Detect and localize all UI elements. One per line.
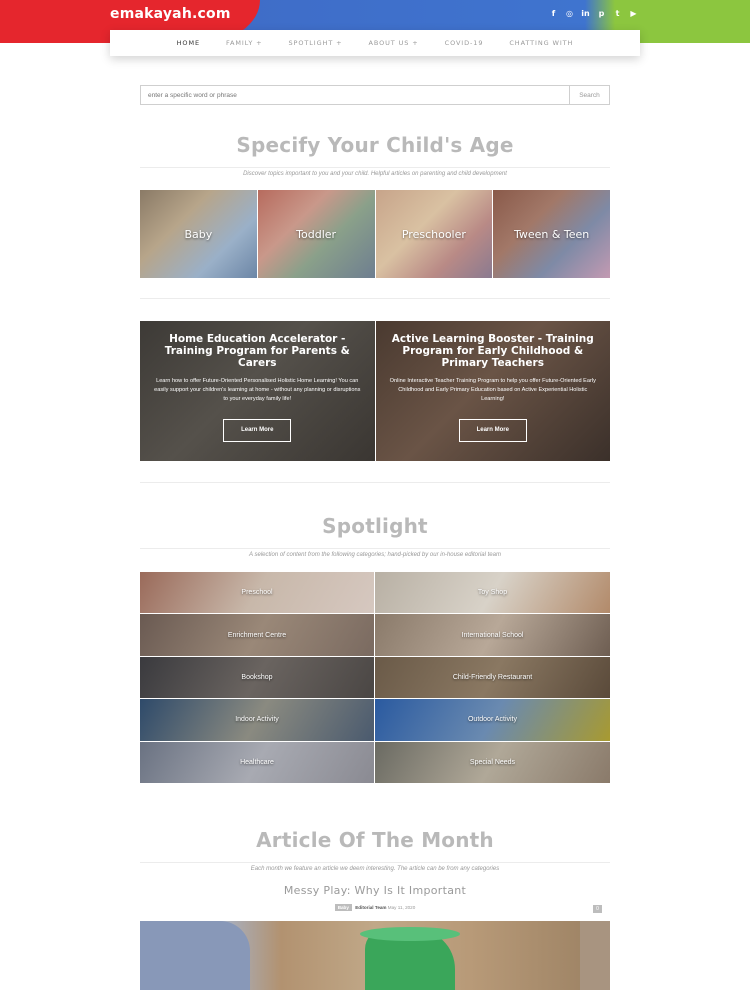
spotlight-enrichment-centre[interactable]: Enrichment Centre — [140, 614, 374, 656]
age-tile-label: Baby — [184, 227, 213, 241]
spotlight-indoor-activity[interactable]: Indoor Activity — [140, 699, 374, 741]
age-tile-label: Toddler — [296, 227, 337, 241]
article-category-badge[interactable]: Baby — [334, 904, 352, 911]
spotlight-healthcare[interactable]: Healthcare — [140, 741, 374, 783]
spotlight-outdoor-activity[interactable]: Outdoor Activity — [375, 699, 610, 741]
nav-about-us[interactable]: ABOUT US + — [356, 39, 432, 47]
section-divider — [140, 298, 610, 299]
spotlight-toy-shop[interactable]: Toy Shop — [375, 572, 610, 614]
promo-text: Learn how to offer Future-Oriented Perso… — [154, 378, 361, 402]
promo-text: Online Interactive Teacher Training Prog… — [389, 378, 596, 402]
age-tile-label: Tween & Teen — [513, 227, 590, 241]
age-tile-preschooler[interactable]: Preschooler — [375, 190, 493, 278]
twitter-icon[interactable]: t — [613, 9, 622, 19]
article-author[interactable]: Editorial Team — [355, 905, 386, 910]
age-tile-label: Preschooler — [401, 227, 466, 241]
spotlight-subtitle-row: A selection of content from the followin… — [140, 543, 610, 558]
age-tile-tween-teen[interactable]: Tween & Teen — [493, 190, 610, 278]
image-bucket-rim — [360, 927, 460, 941]
article-featured-image[interactable] — [140, 921, 610, 990]
promo-card-active-learning: Active Learning Booster - Training Progr… — [375, 321, 610, 461]
nav-chatting-with[interactable]: CHATTING WITH — [496, 39, 586, 47]
learn-more-button[interactable]: Learn More — [458, 419, 527, 442]
article-date: May 11, 2020 — [387, 905, 416, 910]
nav-home[interactable]: HOME — [164, 39, 213, 47]
nav-family[interactable]: FAMILY + — [213, 39, 276, 47]
spotlight-grid: Preschool Toy Shop Enrichment Centre Int… — [140, 572, 610, 783]
age-tile-toddler[interactable]: Toddler — [257, 190, 375, 278]
promo-cards: Home Education Accelerator - Training Pr… — [140, 321, 610, 461]
spotlight-international-school[interactable]: International School — [375, 614, 610, 656]
nav-spotlight[interactable]: SPOTLIGHT + — [276, 39, 356, 47]
promo-title: Active Learning Booster - Training Progr… — [391, 333, 594, 369]
instagram-icon[interactable]: ◎ — [565, 9, 574, 19]
social-links: f ◎ in p t ▶ — [549, 9, 638, 19]
nav-covid-19[interactable]: COVID-19 — [432, 39, 497, 47]
learn-more-button[interactable]: Learn More — [223, 419, 292, 442]
article-title-link[interactable]: Messy Play: Why Is It Important — [0, 884, 750, 897]
age-tiles: Baby Toddler Preschooler Tween & Teen — [140, 190, 610, 278]
spotlight-special-needs[interactable]: Special Needs — [375, 741, 610, 783]
youtube-icon[interactable]: ▶ — [629, 9, 638, 19]
main-nav: HOME FAMILY + SPOTLIGHT + ABOUT US + COV… — [110, 30, 640, 56]
image-child-sleeve — [140, 921, 250, 990]
age-tile-baby[interactable]: Baby — [140, 190, 257, 278]
spotlight-title: Spotlight — [322, 514, 428, 538]
spotlight-preschool[interactable]: Preschool — [140, 572, 374, 614]
search-button[interactable]: Search — [569, 85, 610, 105]
promo-card-home-education: Home Education Accelerator - Training Pr… — [140, 321, 375, 461]
article-month-title: Article Of The Month — [256, 828, 494, 852]
search-bar: Search — [140, 85, 610, 105]
comment-count-badge[interactable]: 0 — [593, 905, 602, 913]
age-section-title: Specify Your Child's Age — [236, 133, 514, 157]
pinterest-icon[interactable]: p — [597, 9, 606, 19]
article-meta: Baby Editorial Team May 11, 2020 — [0, 904, 750, 911]
spotlight-subtitle: A selection of content from the followin… — [243, 552, 507, 558]
site-logo[interactable]: emakayah.com — [110, 6, 231, 22]
spotlight-bookshop[interactable]: Bookshop — [140, 656, 374, 699]
linkedin-icon[interactable]: in — [581, 9, 590, 19]
article-month-subtitle: Each month we feature an article we deem… — [244, 866, 506, 872]
section-divider — [140, 482, 610, 483]
article-month-subtitle-row: Each month we feature an article we deem… — [140, 857, 610, 872]
age-section-subtitle-row: Discover topics important to you and you… — [140, 162, 610, 177]
facebook-icon[interactable]: f — [549, 9, 558, 19]
promo-title: Home Education Accelerator - Training Pr… — [164, 333, 350, 369]
age-section-subtitle: Discover topics important to you and you… — [237, 171, 513, 177]
image-sandbox-edge — [580, 921, 610, 990]
search-input[interactable] — [140, 85, 569, 105]
spotlight-child-friendly-restaurant[interactable]: Child-Friendly Restaurant — [375, 656, 610, 699]
